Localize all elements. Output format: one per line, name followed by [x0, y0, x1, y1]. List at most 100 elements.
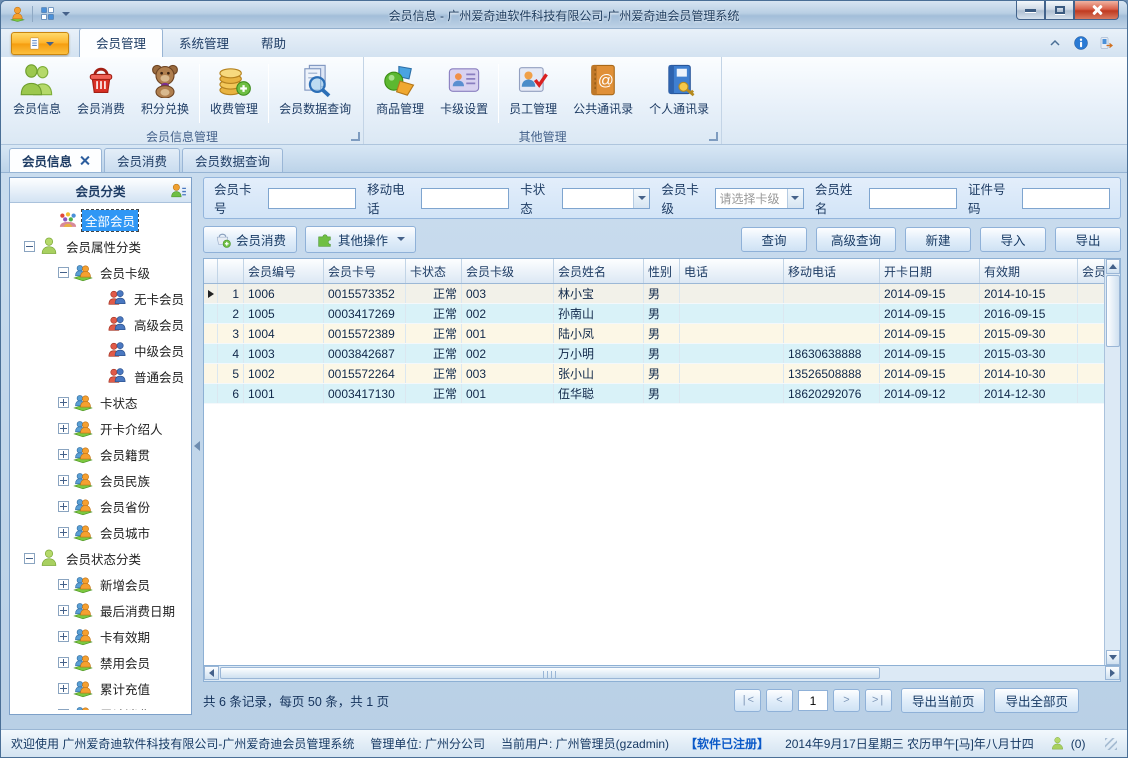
table-row[interactable]: 6 1001 0003417130 正常 001 伍华聪男 18620292076 2014-… — [204, 384, 1120, 404]
expand-icon[interactable] — [58, 422, 69, 434]
expand-icon[interactable] — [58, 708, 69, 710]
tree-item-all-members[interactable]: 全部会员 — [10, 207, 191, 233]
export-all-pages-button[interactable]: 导出全部页 — [994, 688, 1079, 713]
doc-tab-member-consume[interactable]: 会员消费 — [104, 148, 181, 172]
exit-icon[interactable] — [1099, 35, 1115, 51]
expand-icon[interactable] — [58, 578, 69, 590]
ribbon-tab-system-mgmt[interactable]: 系统管理 — [163, 29, 245, 57]
action-button-import[interactable]: 导入 — [980, 226, 1046, 252]
expand-icon[interactable] — [58, 448, 69, 460]
last-page-button[interactable]: >| — [864, 689, 892, 712]
action-button-advanced-query[interactable]: 高级查询 — [815, 226, 896, 252]
horizontal-scrollbar[interactable] — [203, 666, 1121, 682]
vertical-scroll-thumb[interactable] — [1106, 275, 1120, 347]
ribbon-tab-member-mgmt[interactable]: 会员管理 — [79, 28, 164, 57]
table-row[interactable]: 2 1005 0003417269 正常 002 孙南山男 2014-09-15 2016-0… — [204, 304, 1120, 324]
doc-tab-member-info[interactable]: 会员信息 — [9, 148, 103, 172]
action-button-export[interactable]: 导出 — [1055, 226, 1121, 252]
table-row[interactable]: 3 1004 0015572389 正常 001 陆小凤男 2014-09-15 2015-0… — [204, 324, 1120, 344]
column-header-card_level[interactable]: 会员卡级 — [462, 259, 554, 283]
expand-icon[interactable] — [58, 656, 69, 668]
dialog-launcher-icon[interactable] — [709, 132, 719, 141]
tree-item-ethnic[interactable]: 会员民族 — [10, 467, 191, 493]
column-header-member_no[interactable]: 会员编号 — [244, 259, 324, 283]
filter-input-member-name[interactable] — [868, 187, 957, 209]
tree-item-total-consume[interactable]: 累计消费 — [10, 701, 191, 710]
horizontal-scroll-thumb[interactable] — [220, 667, 880, 679]
filter-input-id-number[interactable] — [1022, 187, 1111, 209]
ribbon-tab-help[interactable]: 帮助 — [245, 29, 302, 57]
ribbon-button-fee-mgmt[interactable]: 收费管理 — [202, 60, 266, 119]
tree-item-total-recharge[interactable]: 累计充值 — [10, 675, 191, 701]
dialog-launcher-icon[interactable] — [351, 132, 361, 141]
ribbon-button-member-data-query[interactable]: 会员数据查询 — [271, 60, 359, 119]
action-button-query[interactable]: 查询 — [740, 226, 807, 252]
collapse-icon[interactable] — [24, 552, 35, 564]
tree-item-new-members[interactable]: 新增会员 — [10, 571, 191, 597]
column-header-card_no[interactable]: 会员卡号 — [324, 259, 406, 283]
tree-item-no-card-member[interactable]: 无卡会员 — [10, 285, 191, 311]
scroll-down-icon[interactable] — [1106, 650, 1120, 665]
close-tab-icon[interactable] — [80, 156, 89, 165]
ribbon-button-staff-mgmt[interactable]: 员工管理 — [501, 60, 565, 119]
filter-input-mobile[interactable] — [421, 187, 510, 209]
filter-input-card-no[interactable] — [268, 187, 357, 209]
prev-page-button[interactable]: < — [765, 689, 793, 712]
tree-item-native-place[interactable]: 会员籍贯 — [10, 441, 191, 467]
scroll-up-icon[interactable] — [1106, 259, 1120, 274]
tree-item-province[interactable]: 会员省份 — [10, 493, 191, 519]
tree-item-card-introducer[interactable]: 开卡介绍人 — [10, 415, 191, 441]
category-settings-icon[interactable] — [170, 182, 187, 199]
collapse-sidebar-icon[interactable] — [194, 441, 200, 451]
tree-item-normal-member[interactable]: 普通会员 — [10, 363, 191, 389]
expand-icon[interactable] — [58, 682, 69, 694]
tree-item-city[interactable]: 会员城市 — [10, 519, 191, 545]
ribbon-button-personal-contacts[interactable]: 个人通讯录 — [641, 60, 717, 119]
ribbon-button-public-contacts[interactable]: @ 公共通讯录 — [565, 60, 641, 119]
expand-icon[interactable] — [58, 526, 69, 538]
first-page-button[interactable]: |< — [733, 689, 761, 712]
splitter[interactable] — [192, 177, 202, 715]
expand-icon[interactable] — [58, 630, 69, 642]
ribbon-button-points-exchange[interactable]: 积分兑换 — [133, 60, 197, 119]
page-input[interactable] — [797, 690, 828, 711]
tree-item-middle-member[interactable]: 中级会员 — [10, 337, 191, 363]
expand-icon[interactable] — [58, 396, 69, 408]
action-button-member-consume[interactable]: 会员消费 — [203, 225, 298, 253]
column-header-open_date[interactable]: 开卡日期 — [880, 259, 980, 283]
chevron-down-icon[interactable] — [633, 188, 650, 208]
maximize-button[interactable] — [1045, 1, 1074, 20]
table-row[interactable]: 1 1006 0015573352 正常 003 林小宝男 2014-09-15 2014-1… — [204, 284, 1120, 304]
column-header-member_name[interactable]: 会员姓名 — [554, 259, 644, 283]
expand-icon[interactable] — [58, 474, 69, 486]
table-row[interactable]: 5 1002 0015572264 正常 003 张小山男 13526508888 2014-… — [204, 364, 1120, 384]
tree-item-senior-member[interactable]: 高级会员 — [10, 311, 191, 337]
table-row[interactable]: 4 1003 0003842687 正常 002 万小明男 18630638888 2014-… — [204, 344, 1120, 364]
column-header-phone[interactable]: 电话 — [680, 259, 784, 283]
tree-item-card-level[interactable]: 会员卡级 — [10, 259, 191, 285]
action-button-other-operations[interactable]: 其他操作 — [305, 225, 417, 253]
tree-item-status-category[interactable]: 会员状态分类 — [10, 545, 191, 571]
doc-tab-member-data-query[interactable]: 会员数据查询 — [182, 148, 284, 172]
ribbon-button-goods-mgmt[interactable]: 商品管理 — [368, 60, 432, 119]
column-header-mobile[interactable]: 移动电话 — [784, 259, 880, 283]
column-header-gender[interactable]: 性别 — [644, 259, 680, 283]
registered-link[interactable]: 【软件已注册】 — [685, 735, 769, 752]
tree-item-disabled-members[interactable]: 禁用会员 — [10, 649, 191, 675]
tree-item-card-status[interactable]: 卡状态 — [10, 389, 191, 415]
tree-item-last-consume-date[interactable]: 最后消费日期 — [10, 597, 191, 623]
scroll-left-icon[interactable] — [204, 666, 219, 680]
column-header-valid_date[interactable]: 有效期 — [980, 259, 1078, 283]
ribbon-button-member-info[interactable]: 会员信息 — [5, 60, 69, 119]
filter-select-card-level[interactable]: 请选择卡级 — [715, 187, 804, 209]
collapse-icon[interactable] — [24, 240, 35, 252]
tree-item-attr-category[interactable]: 会员属性分类 — [10, 233, 191, 259]
minimize-ribbon-icon[interactable] — [1047, 35, 1063, 51]
ribbon-button-member-consume[interactable]: 会员消费 — [69, 60, 133, 119]
column-header-card_status[interactable]: 卡状态 — [406, 259, 462, 283]
minimize-button[interactable] — [1016, 1, 1045, 20]
resize-grip[interactable] — [1105, 737, 1117, 750]
ribbon-button-card-level-setting[interactable]: 卡级设置 — [432, 60, 496, 119]
close-button[interactable] — [1074, 1, 1119, 20]
info-icon[interactable] — [1073, 35, 1089, 51]
